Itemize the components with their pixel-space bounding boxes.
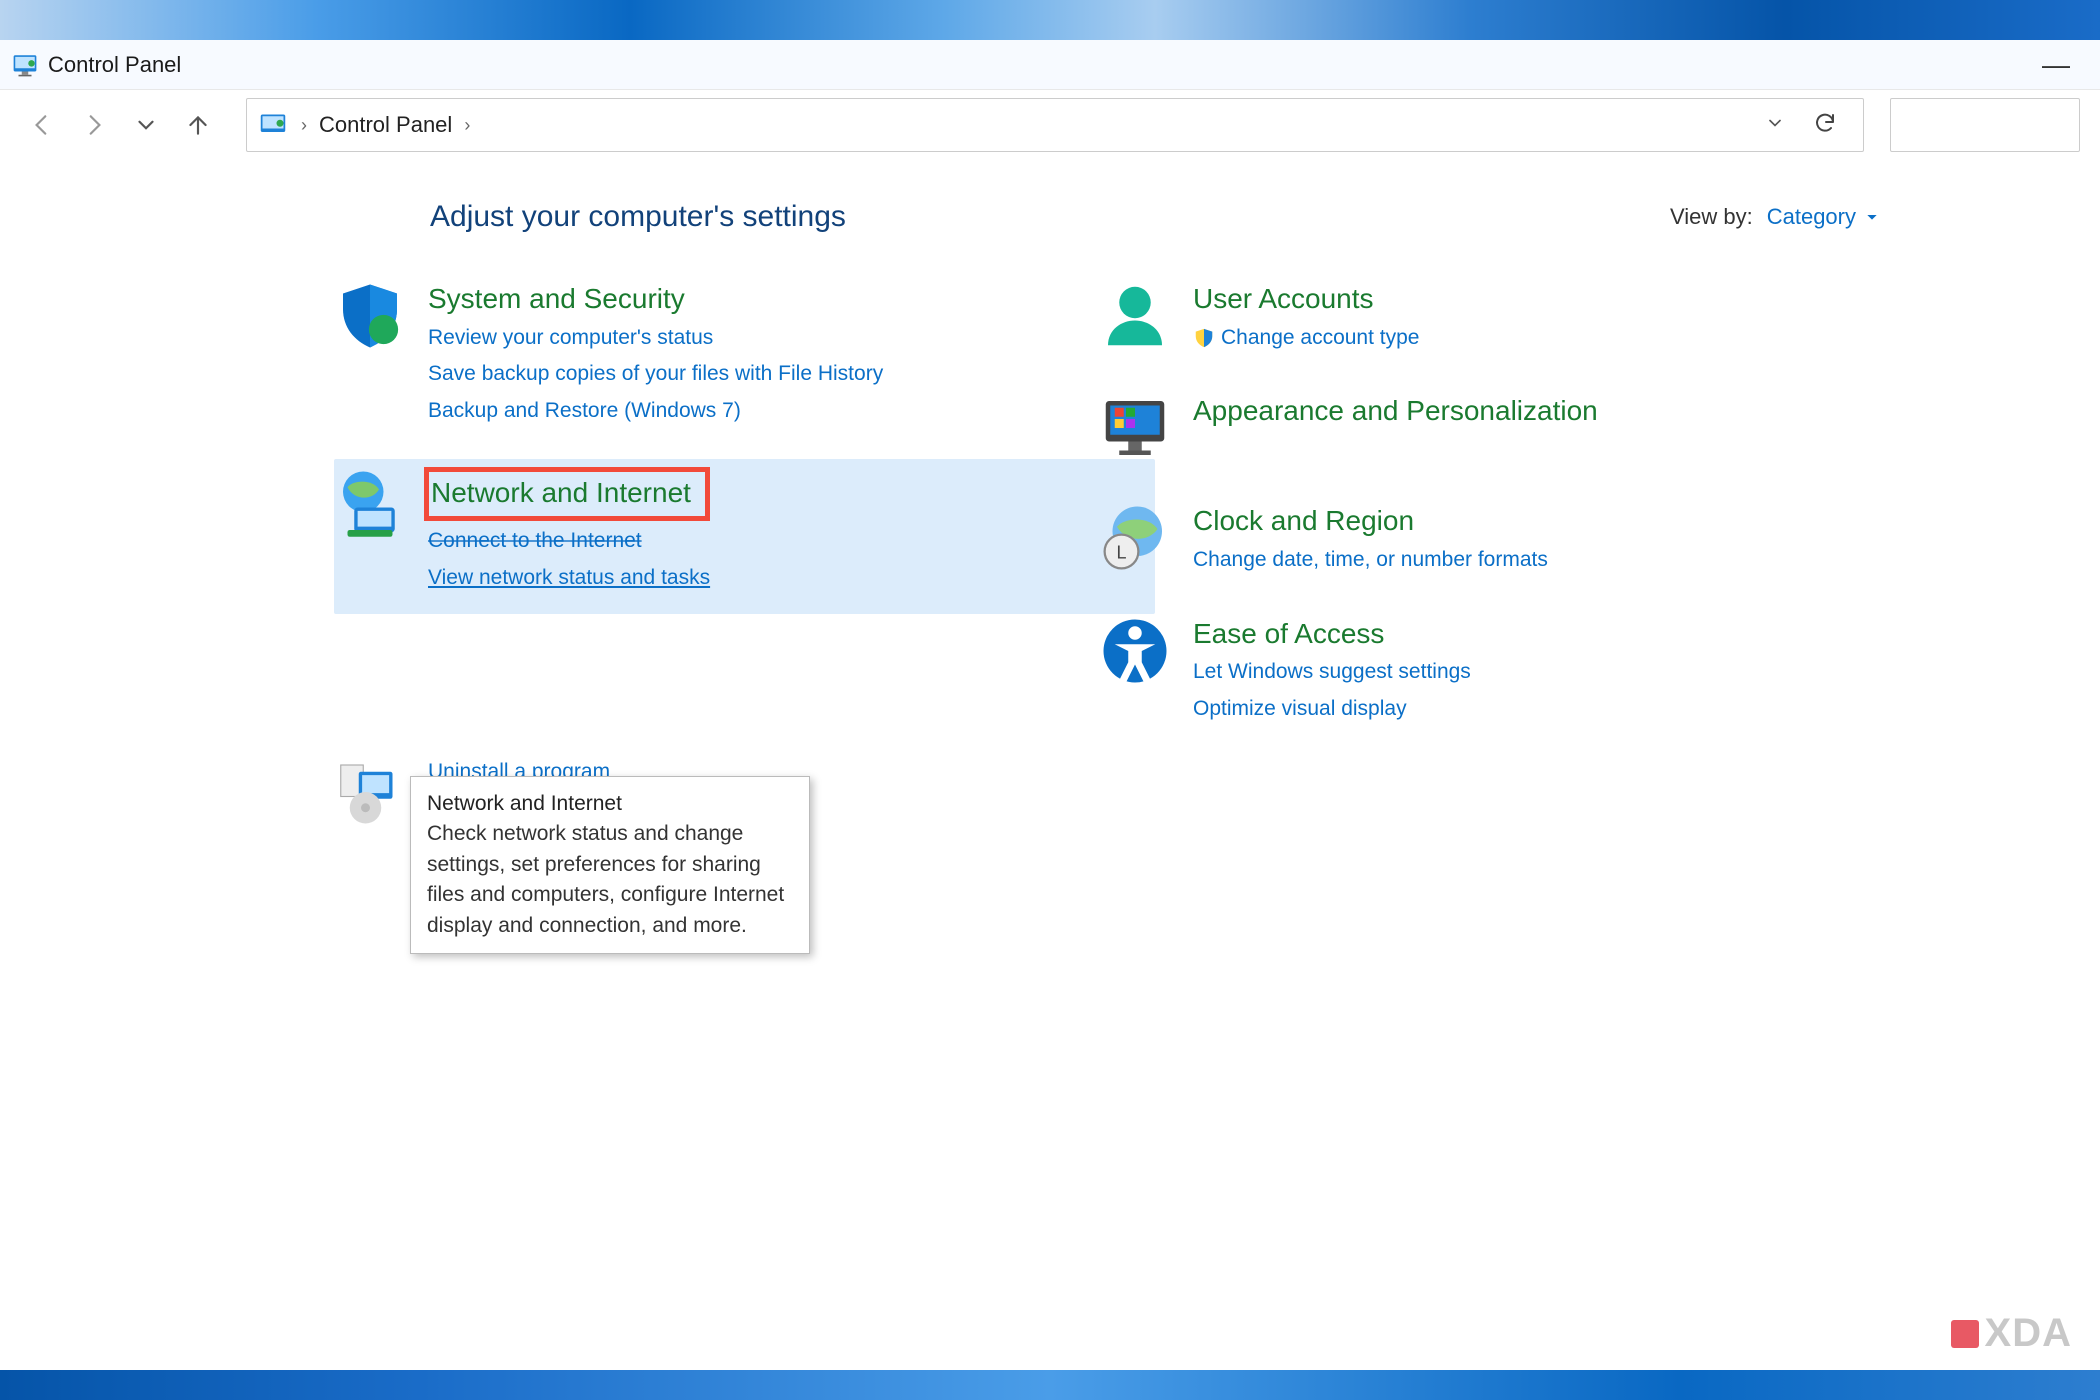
category-network-internet[interactable]: Network and Internet Connect to the Inte…: [334, 459, 1155, 614]
programs-icon: [334, 756, 406, 828]
content-area: Adjust your computer's settings View by:…: [0, 160, 2100, 834]
window-titlebar: Control Panel —: [0, 40, 2100, 90]
chevron-down-icon: [1765, 113, 1785, 133]
address-bar[interactable]: › Control Panel ›: [246, 98, 1864, 152]
chevron-down-icon: [133, 112, 159, 138]
desktop-wallpaper-bottom: [0, 1370, 2100, 1400]
tooltip: Network and Internet Check network statu…: [410, 776, 810, 954]
up-button[interactable]: [176, 103, 220, 147]
left-column: System and Security Review your computer…: [430, 274, 1155, 834]
minimize-button[interactable]: —: [2024, 49, 2088, 81]
category-sublink[interactable]: Optimize visual display: [1193, 693, 1471, 726]
search-box[interactable]: [1890, 98, 2080, 152]
category-sublink[interactable]: Save backup copies of your files with Fi…: [428, 358, 883, 391]
watermark-logo-icon: [1951, 1320, 1979, 1348]
forward-button[interactable]: [72, 103, 116, 147]
arrow-right-icon: [81, 112, 107, 138]
category-sublink[interactable]: Change date, time, or number formats: [1193, 544, 1548, 577]
xda-watermark: XDA: [1951, 1311, 2072, 1356]
arrow-up-icon: [185, 112, 211, 138]
user-icon: [1099, 280, 1171, 352]
annotation-highlight-box: Network and Internet: [424, 467, 710, 521]
breadcrumb-root[interactable]: Control Panel: [311, 112, 460, 138]
category-sublink[interactable]: Change account type: [1193, 322, 1419, 355]
back-button[interactable]: [20, 103, 64, 147]
category-title-link[interactable]: User Accounts: [1193, 280, 1419, 318]
category-title-link[interactable]: Appearance and Personalization: [1193, 392, 1598, 430]
category-sublink[interactable]: Let Windows suggest settings: [1193, 656, 1471, 689]
category-user-accounts[interactable]: User Accounts Change account type: [1195, 274, 1920, 360]
control-panel-icon: [12, 52, 38, 78]
tooltip-title: Network and Internet: [427, 789, 793, 819]
dropdown-caret-icon: [1864, 209, 1880, 225]
arrow-left-icon: [29, 112, 55, 138]
monitor-icon: [1099, 392, 1171, 464]
category-title-link[interactable]: Clock and Region: [1193, 502, 1548, 540]
recent-locations-button[interactable]: [124, 103, 168, 147]
category-sublink[interactable]: View network status and tasks: [428, 562, 710, 595]
category-clock-region[interactable]: L Clock and Region Change date, time, or…: [1195, 496, 1920, 582]
globe-clock-icon: L: [1099, 502, 1171, 574]
watermark-text: XDA: [1985, 1311, 2072, 1356]
category-title-link[interactable]: Ease of Access: [1193, 615, 1471, 653]
window-title: Control Panel: [48, 52, 2024, 78]
svg-text:L: L: [1116, 543, 1126, 563]
category-ease-of-access[interactable]: Ease of Access Let Windows suggest setti…: [1195, 609, 1920, 732]
refresh-icon: [1813, 111, 1837, 135]
breadcrumb-separator[interactable]: ›: [460, 115, 474, 136]
tooltip-body: Check network status and change settings…: [427, 819, 793, 941]
category-sublink[interactable]: Review your computer's status: [428, 322, 883, 355]
category-title-link[interactable]: System and Security: [428, 280, 883, 318]
view-by-label: View by:: [1670, 204, 1753, 230]
view-by-selector[interactable]: View by: Category: [1670, 204, 1880, 230]
control-panel-addr-icon: [259, 111, 287, 139]
view-by-text: Category: [1767, 204, 1856, 230]
breadcrumb-separator[interactable]: ›: [297, 115, 311, 136]
category-sublink[interactable]: Backup and Restore (Windows 7): [428, 395, 883, 428]
desktop-wallpaper-top: [0, 0, 2100, 40]
category-title-link[interactable]: Network and Internet: [431, 477, 691, 508]
globe-network-icon: [334, 467, 406, 539]
accessibility-icon: [1099, 615, 1171, 687]
category-system-security[interactable]: System and Security Review your computer…: [430, 274, 1155, 433]
refresh-button[interactable]: [1799, 111, 1851, 140]
shield-icon: [334, 280, 406, 352]
right-column: User Accounts Change account type Appear…: [1195, 274, 1920, 834]
navigation-toolbar: › Control Panel ›: [0, 90, 2100, 160]
category-appearance[interactable]: Appearance and Personalization: [1195, 386, 1920, 470]
address-dropdown-button[interactable]: [1751, 113, 1799, 138]
page-heading: Adjust your computer's settings: [430, 200, 846, 234]
view-by-value[interactable]: Category: [1767, 204, 1880, 230]
uac-shield-icon: [1193, 327, 1215, 349]
category-sublink[interactable]: Connect to the Internet: [428, 525, 710, 558]
category-sublink-text: Change account type: [1221, 326, 1419, 349]
